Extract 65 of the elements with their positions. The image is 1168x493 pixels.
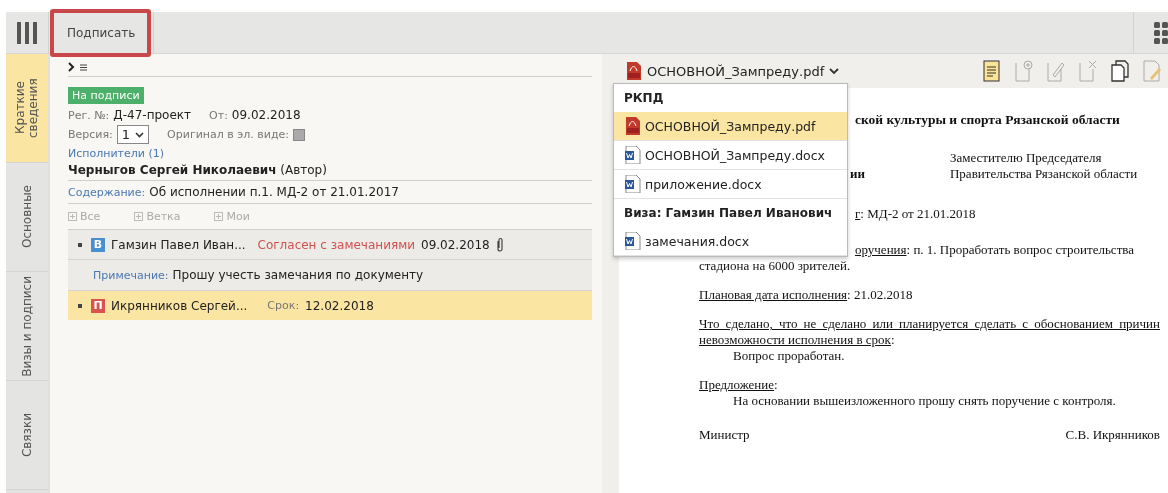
plus-box-icon [214,212,224,221]
document-paragraph: Плановая дата исполнения: 21.02.2018 [699,287,914,303]
status-badge: На подписи [68,87,144,104]
dropdown-item[interactable]: приложение.docx [614,170,847,199]
approval-date: 12.02.2018 [305,298,374,313]
document-paragraph: Предложение: [699,377,779,393]
document-paragraph: стадиона на 6000 зрителей. [699,258,852,274]
person-name: Гамзин Павел Иван... [111,237,246,252]
reg-number: Д-47-проект [113,108,192,122]
word-file-icon [625,175,641,193]
addressee-line: Правительства Рязанской области [950,166,1138,182]
field-label: От: [209,108,228,122]
chevron-right-icon[interactable] [68,62,75,72]
word-file-icon [625,146,641,164]
chevron-down-icon [829,67,840,75]
version-select[interactable]: 1 [116,125,150,144]
side-tab[interactable]: Краткие сведения [6,54,48,163]
document-paragraph: Что сделано, что не сделано или планируется сделать с обоснованием причин невозможности исполнения в срок: [699,316,1160,348]
role-badge: В [91,237,105,252]
paperclip-icon[interactable] [495,237,504,252]
field-label: Срок: [267,299,300,312]
plus-box-icon [68,212,77,221]
field-label: Оригинал в эл. виде: [167,128,290,141]
dropdown-group-title: РКПД [623,90,665,107]
dropdown-group-title: Виза: Гамзин Павел Иванович [623,205,834,222]
approval-row[interactable]: В Гамзин Павел Иван... Согласен с замечаниями 09.02.2018 [68,230,592,260]
person-name: Икрянников Сергей... [111,298,248,313]
signer-position: Министр [699,427,750,443]
menu-icon[interactable] [17,21,37,44]
approval-status: Согласен с замечаниями [257,237,415,252]
signer-name: С.В. Икрянников [1065,427,1160,443]
author-text: Черныгов Сергей Николаевич (Автор) [68,163,327,177]
role-badge: П [91,298,105,313]
content-text: Об исполнении п.1. МД-2 от 21.01.2017 [149,185,399,199]
field-label: Версия: [68,128,113,141]
apps-grid-icon[interactable] [1154,21,1168,44]
document-paragraph: оручения: п. 1. Проработать вопрос строительства [855,242,1136,258]
document-paragraph: На основании вышеизложенного прошу снять поручение с контроля. [732,393,1117,409]
document-paragraph: г: МД-2 от 21.01.2018 [855,206,977,222]
document-text: ии [850,166,865,182]
bullet-icon [78,303,82,308]
bullet-icon [78,242,82,247]
document-heading: ской культуры и спорта Рязанской области [855,112,1121,128]
file-select[interactable]: ОСНОВНОЙ_Зампреду.pdf [626,62,840,80]
word-file-icon [625,232,641,250]
dropdown-item[interactable]: замечания.docx [614,227,847,256]
document-paragraph: Вопрос проработан. [732,348,846,364]
pdf-file-icon [625,117,641,135]
executors-link[interactable]: Исполнители (1) [68,147,164,160]
plus-box-icon [134,212,144,221]
dropdown-item[interactable]: ОСНОВНОЙ_Зампреду.pdf [614,112,847,141]
copy-icon[interactable] [1110,60,1130,82]
field-label: Примечание: [93,268,169,282]
chevron-down-icon [135,131,145,138]
document-icon[interactable] [982,60,1002,82]
list-icon[interactable] [80,63,87,71]
dropdown-item[interactable]: ОСНОВНОЙ_Зампреду.docx [614,141,847,170]
pdf-file-icon [626,62,642,80]
addressee-line: Заместителю Председателя [950,150,1103,166]
approval-row[interactable]: П Икрянников Сергей... Срок: 12.02.2018 [68,291,592,320]
reg-date: 09.02.2018 [231,108,301,122]
field-label: Содержание: [68,185,146,199]
approval-date: 09.02.2018 [421,237,490,252]
note-text: Прошу учесть замечания по документу [172,268,424,282]
field-label: Рег. №: [68,108,110,122]
